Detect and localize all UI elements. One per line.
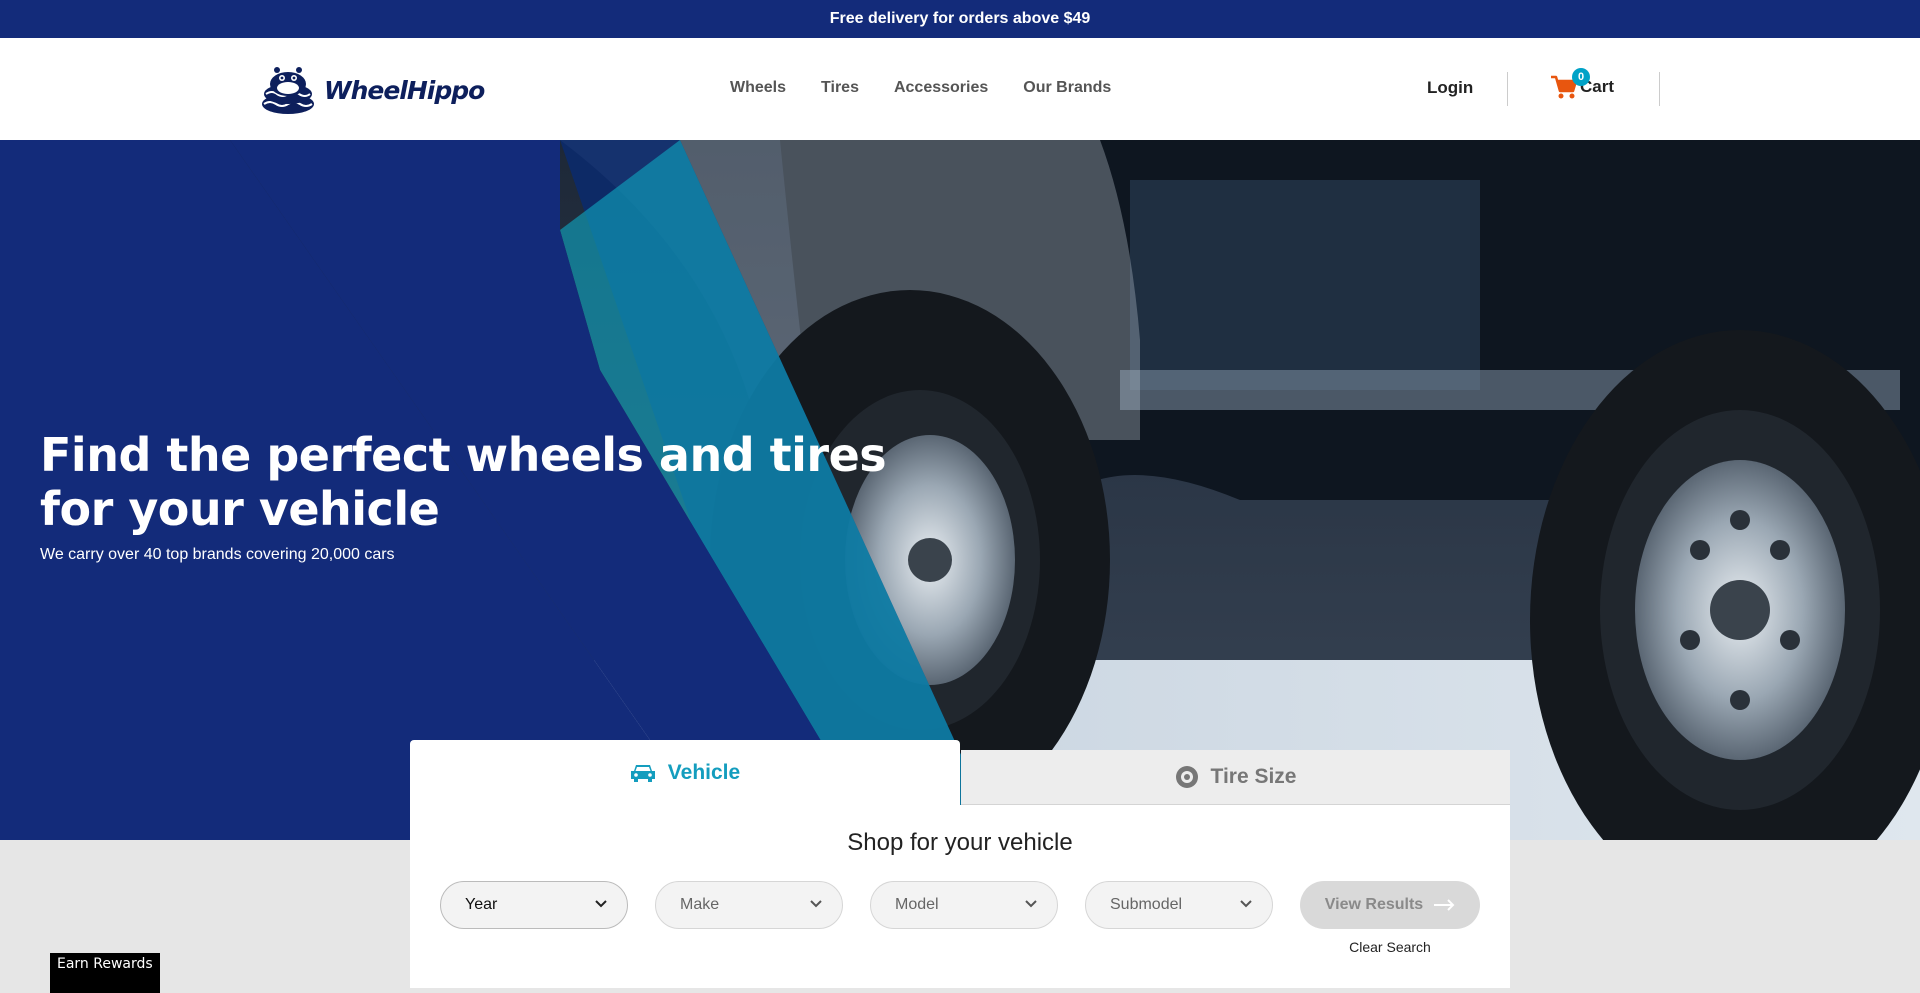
header-divider [1507, 72, 1508, 106]
make-select[interactable]: Make [655, 881, 843, 929]
tab-vehicle-label: Vehicle [667, 760, 741, 784]
nav-wheels[interactable]: Wheels [730, 79, 786, 97]
nav-our-brands[interactable]: Our Brands [1023, 79, 1111, 97]
nav-tires[interactable]: Tires [821, 79, 859, 97]
make-select-label: Make [680, 896, 720, 913]
car-icon [630, 764, 655, 782]
chevron-down-icon [1240, 900, 1252, 908]
vehicle-search-card: Vehicle Tire Size Shop for your vehicle … [410, 740, 1510, 988]
view-results-label: View Results [1324, 896, 1424, 913]
promo-text: Free delivery for orders above $49 [829, 10, 1091, 27]
year-select[interactable]: Year [440, 881, 628, 929]
cart-button[interactable]: 0 Cart [1550, 68, 1614, 100]
hero-banner: Find the perfect wheels and tires for yo… [0, 140, 1920, 840]
hero-subtitle: We carry over 40 top brands covering 20,… [40, 546, 395, 563]
tab-tire-size-label: Tire Size [1210, 765, 1297, 788]
hero-title: Find the perfect wheels and tires for yo… [40, 428, 887, 536]
header-divider [1659, 72, 1660, 106]
search-title: Shop for your vehicle [847, 829, 1073, 856]
model-select-label: Model [895, 896, 939, 913]
arrow-right-icon [1434, 899, 1455, 911]
model-select[interactable]: Model [870, 881, 1058, 929]
login-link[interactable]: Login [1427, 78, 1473, 98]
tab-vehicle[interactable]: Vehicle [410, 740, 960, 805]
nav-accessories[interactable]: Accessories [894, 79, 988, 97]
site-header: WheelHippo Wheels Tires Accessories Our … [0, 38, 1920, 140]
clear-search-link[interactable]: Clear Search [1300, 939, 1480, 955]
earn-rewards-button[interactable]: Earn Rewards [50, 953, 160, 993]
search-panel: Shop for your vehicle Year Make Model Su… [410, 805, 1510, 988]
tab-tire-size[interactable]: Tire Size [961, 750, 1510, 805]
tire-icon [1175, 766, 1198, 788]
hippo-logo-icon [262, 67, 314, 114]
cart-count-badge: 0 [1572, 68, 1590, 86]
view-results-button[interactable]: View Results [1300, 881, 1480, 929]
hero-text: Find the perfect wheels and tires for yo… [40, 428, 900, 564]
chevron-down-icon [810, 900, 822, 908]
logo[interactable]: WheelHippo [260, 64, 485, 116]
main-nav: Wheels Tires Accessories Our Brands [730, 38, 1111, 138]
year-select-label: Year [465, 896, 498, 913]
chevron-down-icon [595, 900, 607, 908]
logo-text: WheelHippo [324, 75, 485, 105]
promo-banner: Free delivery for orders above $49 [0, 0, 1920, 38]
submodel-select[interactable]: Submodel [1085, 881, 1273, 929]
chevron-down-icon [1025, 900, 1037, 908]
submodel-select-label: Submodel [1110, 896, 1183, 913]
